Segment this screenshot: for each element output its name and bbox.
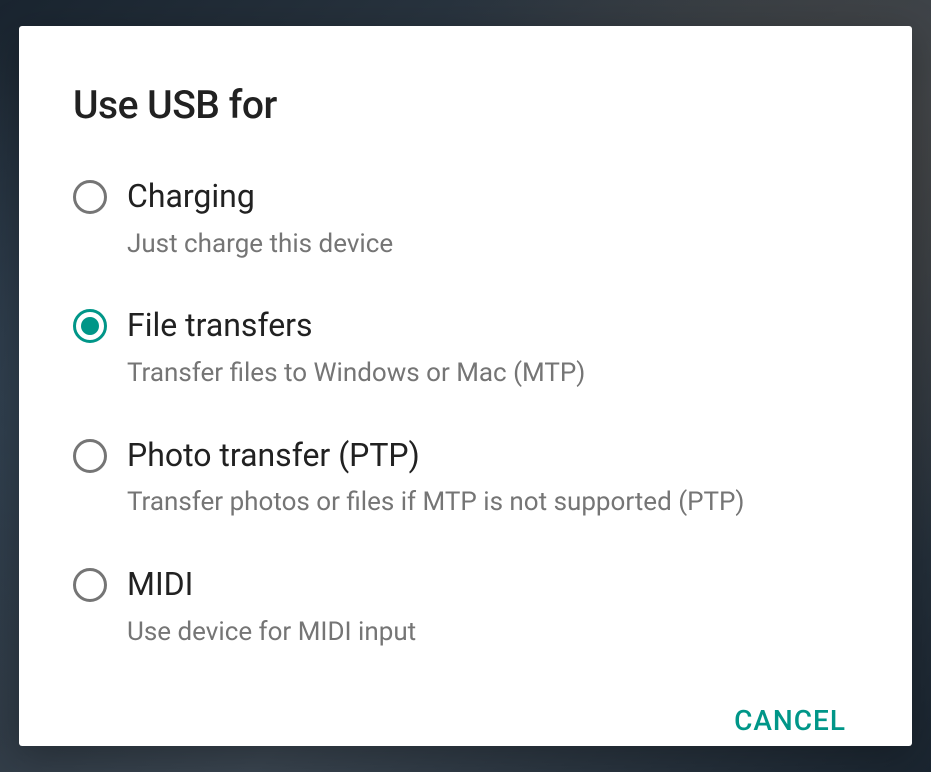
option-midi[interactable]: MIDI Use device for MIDI input xyxy=(73,546,858,675)
option-label: Charging xyxy=(127,176,393,218)
option-text: MIDI Use device for MIDI input xyxy=(127,564,416,649)
option-photo-transfer[interactable]: Photo transfer (PTP) Transfer photos or … xyxy=(73,417,858,546)
radio-icon xyxy=(73,180,107,214)
option-text: File transfers Transfer files to Windows… xyxy=(127,305,585,390)
option-charging[interactable]: Charging Just charge this device xyxy=(73,158,858,287)
option-description: Transfer files to Windows or Mac (MTP) xyxy=(127,357,585,391)
radio-icon xyxy=(73,309,107,343)
option-label: MIDI xyxy=(127,564,416,606)
dialog-actions: CANCEL xyxy=(73,696,858,745)
option-label: File transfers xyxy=(127,305,585,347)
dialog-title: Use USB for xyxy=(73,82,858,128)
option-label: Photo transfer (PTP) xyxy=(127,435,744,477)
option-text: Photo transfer (PTP) Transfer photos or … xyxy=(127,435,744,520)
usb-dialog: Use USB for Charging Just charge this de… xyxy=(19,26,912,746)
option-description: Transfer photos or files if MTP is not s… xyxy=(127,486,744,520)
option-description: Just charge this device xyxy=(127,228,393,262)
radio-icon xyxy=(73,439,107,473)
option-text: Charging Just charge this device xyxy=(127,176,393,261)
cancel-button[interactable]: CANCEL xyxy=(722,696,858,745)
options-list: Charging Just charge this device File tr… xyxy=(73,158,858,676)
option-file-transfers[interactable]: File transfers Transfer files to Windows… xyxy=(73,287,858,416)
option-description: Use device for MIDI input xyxy=(127,616,416,650)
radio-icon xyxy=(73,568,107,602)
